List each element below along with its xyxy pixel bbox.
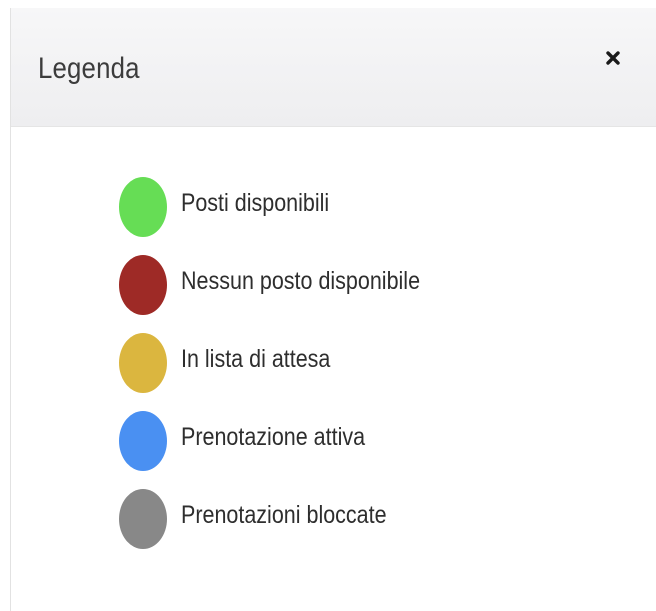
red-dot-icon xyxy=(119,255,167,315)
legend-item-nessun-posto-disponibile: Nessun posto disponibile xyxy=(119,246,459,324)
legend-item-in-lista-di-attesa: In lista di attesa xyxy=(119,324,459,402)
blue-dot-icon xyxy=(119,411,167,471)
yellow-dot-icon xyxy=(119,333,167,393)
legend-item-prenotazioni-bloccate: Prenotazioni bloccate xyxy=(119,480,459,558)
legend-label: Prenotazioni bloccate xyxy=(181,500,387,529)
green-dot-icon xyxy=(119,177,167,237)
modal-header: Legenda xyxy=(11,8,656,127)
legend-label: In lista di attesa xyxy=(181,344,331,373)
legend-label: Prenotazione attiva xyxy=(181,422,366,451)
legend-item-prenotazione-attiva: Prenotazione attiva xyxy=(119,402,459,480)
legend-modal: Legenda Posti disponibili Nessun posto d… xyxy=(10,8,656,611)
legend-item-posti-disponibili: Posti disponibili xyxy=(119,168,459,246)
close-button[interactable] xyxy=(599,44,627,72)
modal-title: Legenda xyxy=(38,52,140,85)
legend-list: Posti disponibili Nessun posto disponibi… xyxy=(119,168,459,558)
page: Legenda Posti disponibili Nessun posto d… xyxy=(0,0,656,611)
gray-dot-icon xyxy=(119,489,167,549)
close-icon xyxy=(606,51,620,65)
legend-label: Posti disponibili xyxy=(181,188,330,217)
legend-label: Nessun posto disponibile xyxy=(181,266,421,295)
